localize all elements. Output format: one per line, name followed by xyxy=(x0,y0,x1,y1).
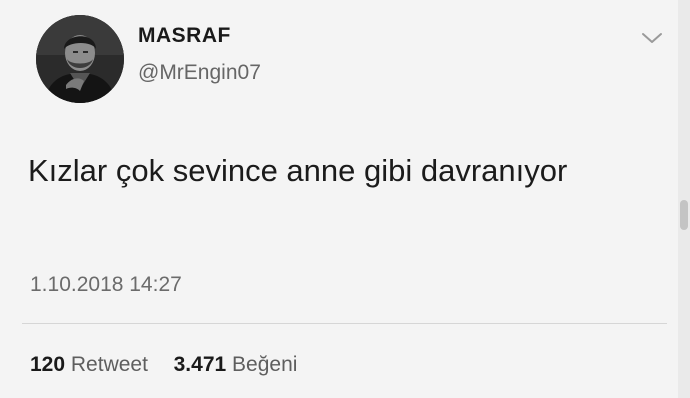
tweet-card: MASRAF @MrEngin07 Kızlar çok sevince ann… xyxy=(0,0,690,398)
scrollbar-thumb[interactable] xyxy=(680,200,688,230)
scrollbar[interactable] xyxy=(678,0,690,398)
chevron-down-icon[interactable] xyxy=(640,30,664,46)
tweet-text: Kızlar çok sevince anne gibi davranıyor xyxy=(28,153,568,188)
divider xyxy=(22,323,667,324)
retweet-count: 120 xyxy=(30,353,66,376)
like-count: 3.471 xyxy=(173,353,227,376)
tweet-timestamp[interactable]: 1.10.2018 14:27 xyxy=(30,273,182,297)
like-label: Beğeni xyxy=(232,353,298,376)
like-stat[interactable]: 3.471 Beğeni xyxy=(174,353,298,377)
avatar-photo xyxy=(36,15,124,103)
retweet-stat[interactable]: 120 Retweet xyxy=(30,353,148,377)
display-name[interactable]: MASRAF xyxy=(138,24,231,48)
user-handle[interactable]: @MrEngin07 xyxy=(138,61,261,85)
avatar[interactable] xyxy=(36,15,124,103)
tweet-stats: 120 Retweet 3.471 Beğeni xyxy=(30,353,297,377)
retweet-label: Retweet xyxy=(70,353,148,376)
